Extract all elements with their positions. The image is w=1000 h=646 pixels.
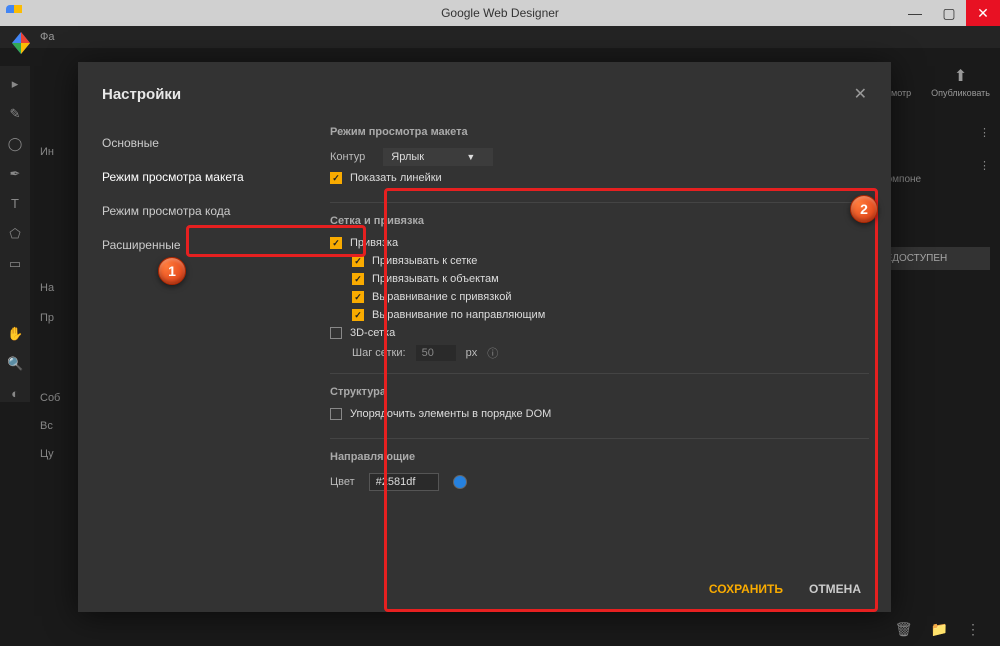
snap-checkbox[interactable] <box>330 237 342 249</box>
panel-sob: Соб <box>40 392 60 404</box>
app-icon <box>6 5 22 21</box>
grid-3d-label: 3D-сетка <box>350 327 395 339</box>
bottom-icons: 🗑 📁 ⋮ <box>895 621 980 638</box>
trash-icon[interactable]: 🗑 <box>895 621 913 638</box>
outline-select[interactable]: Ярлык ▼ <box>383 148 493 166</box>
snap-guides-checkbox[interactable] <box>352 309 364 321</box>
window-title: Google Web Designer <box>441 6 559 20</box>
panel-vs: Вс <box>40 420 53 432</box>
sidebar-item-basic[interactable]: Основные <box>78 126 308 160</box>
brush-tool-icon[interactable]: ✎ <box>7 106 23 122</box>
left-toolbar: ▸ ✎ ◯ ✒ T ⬠ ▭ ✋ 🔍 ◐ <box>0 66 30 402</box>
sidebar-item-code-view[interactable]: Режим просмотра кода <box>78 194 308 228</box>
settings-dialog: Настройки ✕ Основные Режим просмотра мак… <box>78 62 891 612</box>
sidebar-item-advanced[interactable]: Расширенные <box>78 228 308 262</box>
guide-color-input[interactable] <box>369 473 439 491</box>
cancel-button[interactable]: ОТМЕНА <box>809 582 861 596</box>
shape-tool-icon[interactable]: ◯ <box>7 136 23 152</box>
more-icon[interactable]: ⋮ <box>966 621 980 638</box>
tag-tool-icon[interactable]: ⬠ <box>7 226 23 242</box>
outline-label: Контур <box>330 151 365 163</box>
publish-button[interactable]: ⬆ Опубликовать <box>931 66 990 98</box>
snap-align-label: Выравнивание с привязкой <box>372 291 511 303</box>
menubar: Фа <box>0 26 1000 48</box>
color-tool-icon[interactable]: ◐ <box>7 386 23 402</box>
section-structure-title: Структура <box>330 386 869 398</box>
snap-objects-label: Привязывать к объектам <box>372 273 499 285</box>
save-button[interactable]: СОХРАНИТЬ <box>709 582 783 596</box>
snap-objects-checkbox[interactable] <box>352 273 364 285</box>
folder-icon[interactable]: 📁 <box>931 621 948 638</box>
section-guides-title: Направляющие <box>330 451 869 463</box>
snap-guides-label: Выравнивание по направляющим <box>372 309 545 321</box>
app-logo <box>8 30 34 56</box>
maximize-button[interactable]: ▢ <box>932 0 966 26</box>
zoom-tool-icon[interactable]: 🔍 <box>7 356 23 372</box>
help-icon[interactable]: ⓘ <box>487 345 498 361</box>
window-titlebar: Google Web Designer — ▢ ✕ <box>0 0 1000 26</box>
dialog-title: Настройки <box>102 86 181 103</box>
text-tool-icon[interactable]: T <box>7 196 23 212</box>
annotation-callout-1: 1 <box>158 257 186 285</box>
section-layout-title: Режим просмотра макета <box>330 126 869 138</box>
snap-label: Привязка <box>350 237 398 249</box>
grid-step-unit: px <box>466 347 478 359</box>
guide-color-swatch[interactable] <box>453 475 467 489</box>
panel-na: На <box>40 282 54 294</box>
selection-tool-icon[interactable]: ▸ <box>7 76 23 92</box>
panel-pr: Пр <box>40 312 54 324</box>
dialog-sidebar: Основные Режим просмотра макета Режим пр… <box>78 116 308 548</box>
minimize-button[interactable]: — <box>898 0 932 26</box>
grid-step-label: Шаг сетки: <box>352 347 406 359</box>
rect-tool-icon[interactable]: ▭ <box>7 256 23 272</box>
section-grid-title: Сетка и привязка <box>330 215 869 227</box>
show-rulers-checkbox[interactable] <box>330 172 342 184</box>
panel-cu: Цу <box>40 448 54 460</box>
dialog-content: Режим просмотра макета Контур Ярлык ▼ По… <box>308 116 891 548</box>
chevron-down-icon: ▼ <box>466 152 475 162</box>
menu-file[interactable]: Фа <box>40 31 54 43</box>
snap-grid-checkbox[interactable] <box>352 255 364 267</box>
dom-order-checkbox[interactable] <box>330 408 342 420</box>
panel-inst: Ин <box>40 146 54 158</box>
show-rulers-label: Показать линейки <box>350 172 442 184</box>
pen-tool-icon[interactable]: ✒ <box>7 166 23 182</box>
grid-step-input[interactable] <box>416 345 456 361</box>
close-button[interactable]: ✕ <box>966 0 1000 26</box>
sidebar-item-layout-view[interactable]: Режим просмотра макета <box>78 160 308 194</box>
window-controls: — ▢ ✕ <box>898 0 1000 26</box>
grid-3d-checkbox[interactable] <box>330 327 342 339</box>
dialog-close-icon[interactable]: ✕ <box>854 84 867 104</box>
snap-align-checkbox[interactable] <box>352 291 364 303</box>
guide-color-label: Цвет <box>330 476 355 488</box>
annotation-callout-2: 2 <box>850 195 878 223</box>
snap-grid-label: Привязывать к сетке <box>372 255 477 267</box>
upload-icon: ⬆ <box>931 66 990 86</box>
hand-tool-icon[interactable]: ✋ <box>7 326 23 342</box>
dom-order-label: Упорядочить элементы в порядке DOM <box>350 408 551 420</box>
